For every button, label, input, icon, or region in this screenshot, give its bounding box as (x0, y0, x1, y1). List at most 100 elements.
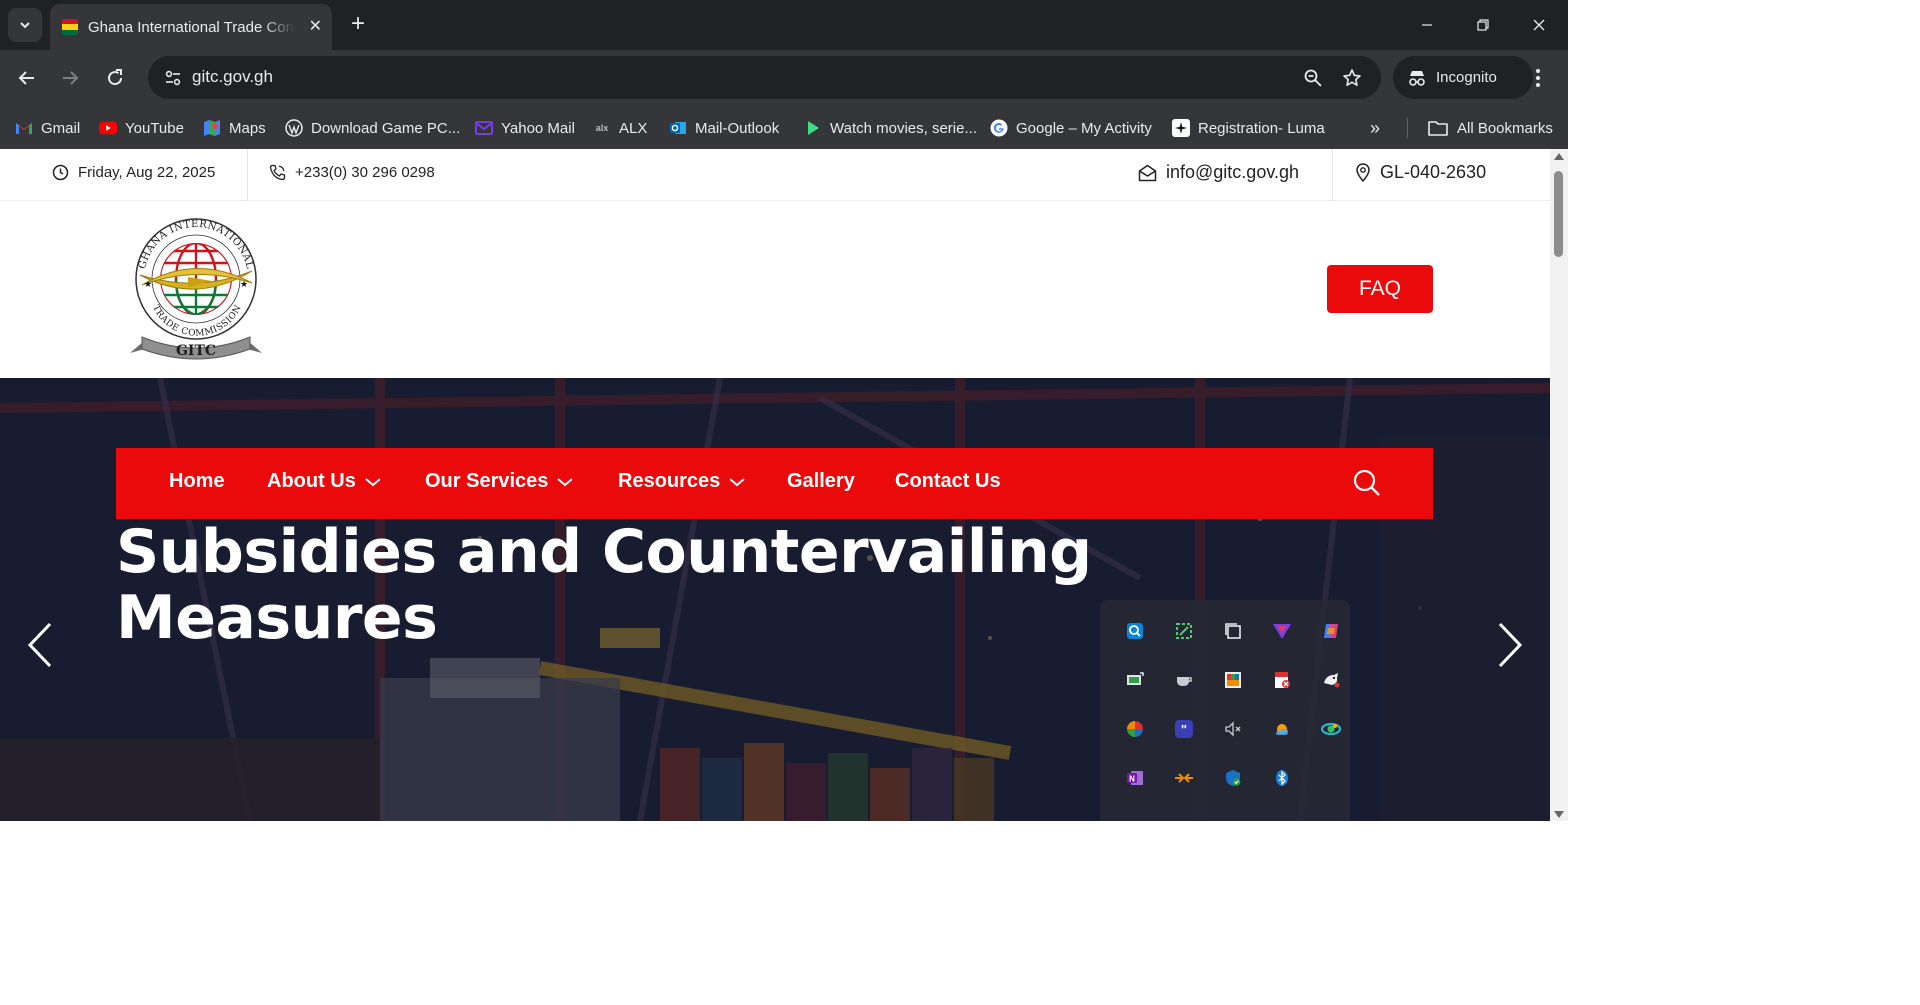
snipping-tool-icon[interactable] (1173, 620, 1195, 642)
nav-resources[interactable]: Resources (618, 470, 746, 493)
nav-label: Home (169, 470, 225, 492)
nav-label: Our Services (425, 470, 549, 492)
zoom-icon[interactable] (1300, 65, 1326, 91)
color-picker-icon[interactable] (1222, 669, 1244, 691)
bookmark-download-game[interactable]: Download Game PC... (285, 115, 460, 141)
incognito-icon (1409, 70, 1425, 86)
wordpress-icon (285, 119, 303, 137)
chevron-down-icon (365, 477, 381, 486)
multitask-icon[interactable] (1222, 620, 1244, 642)
hero-title-line: Subsidies and Countervailing (116, 517, 1092, 587)
bookmark-gmail[interactable]: Gmail (15, 115, 80, 141)
clock-icon (52, 164, 69, 181)
location-pin-icon (1356, 163, 1370, 182)
bluetooth-icon[interactable] (1271, 767, 1293, 789)
phone-icon (269, 164, 286, 181)
browser-menu-icon[interactable] (1528, 64, 1548, 92)
nav-label: Contact Us (895, 470, 1001, 492)
back-button[interactable] (11, 62, 43, 94)
luma-icon (1172, 119, 1190, 137)
browser-toolbar: gitc.gov.gh Incognito (0, 50, 1568, 106)
email-link[interactable]: info@gitc.gov.gh (1138, 162, 1299, 183)
search-tray-icon[interactable] (1124, 620, 1146, 642)
all-bookmarks-label: All Bookmarks (1457, 119, 1553, 137)
ghana-flag-favicon-icon (62, 19, 78, 35)
nav-our-services[interactable]: Our Services (425, 470, 574, 493)
sync-arrows-icon[interactable] (1173, 767, 1195, 789)
arrow-left-icon (18, 71, 34, 85)
new-tab-button[interactable]: + (345, 12, 371, 38)
volume-muted-icon[interactable] (1222, 718, 1244, 740)
close-tab-icon[interactable]: ✕ (309, 17, 322, 37)
tab-search-button[interactable] (8, 8, 42, 42)
bookmark-alx[interactable]: alx ALX (593, 115, 648, 141)
nav-gallery[interactable]: Gallery (787, 470, 855, 493)
nav-label: Resources (618, 470, 721, 492)
search-icon[interactable] (1352, 468, 1382, 498)
nav-home[interactable]: Home (169, 470, 225, 493)
maps-icon (203, 119, 221, 137)
onenote-icon[interactable]: N (1124, 767, 1146, 789)
bookmark-maps[interactable]: Maps (203, 115, 266, 141)
bookmark-label: ALX (619, 119, 648, 137)
cat-app-icon[interactable] (1320, 669, 1342, 691)
edge-icon[interactable] (1320, 718, 1342, 740)
minimize-window-icon[interactable] (1412, 10, 1442, 40)
browser-tab-strip: Ghana International Trade Commission ✕ + (0, 0, 1568, 50)
gitc-logo[interactable]: GHANA INTERNATIONAL TRADE COMMISSION ★ ★… (128, 213, 264, 361)
nav-label: Gallery (787, 470, 855, 492)
all-bookmarks-button[interactable]: All Bookmarks (1427, 115, 1553, 141)
date-display: Friday, Aug 22, 2025 (52, 164, 215, 181)
weather-icon[interactable] (1271, 718, 1293, 740)
scroll-up-arrow-icon[interactable] (1554, 153, 1564, 160)
bookmark-yahoo-mail[interactable]: Yahoo Mail (475, 115, 575, 141)
bookmark-youtube[interactable]: YouTube (99, 115, 184, 141)
cup-icon[interactable] (1173, 669, 1195, 691)
nav-label: About Us (267, 470, 356, 492)
bookmark-label: Mail-Outlook (695, 119, 780, 137)
color-wheel-icon[interactable] (1124, 718, 1146, 740)
forward-button[interactable] (54, 62, 86, 94)
topbar-divider (1332, 149, 1333, 201)
slider-prev-arrow-icon[interactable] (24, 620, 56, 670)
chevron-down-icon (557, 477, 574, 486)
postal-text: GL-040-2630 (1380, 162, 1487, 182)
bookmarks-bar: Gmail YouTube Maps Download Game PC... Y… (0, 106, 1568, 149)
contact-topbar: Friday, Aug 22, 2025 +233(0) 30 296 0298… (0, 149, 1550, 201)
scroll-down-arrow-icon[interactable] (1554, 811, 1564, 818)
defender-icon[interactable] (1222, 767, 1244, 789)
bookmark-star-icon[interactable] (1339, 65, 1365, 91)
bookmark-mail-outlook[interactable]: Mail-Outlook (669, 115, 779, 141)
incognito-indicator[interactable]: Incognito (1393, 56, 1533, 99)
faq-button[interactable]: FAQ (1327, 265, 1433, 313)
reload-button[interactable] (99, 62, 131, 94)
phone-link[interactable]: +233(0) 30 296 0298 (269, 164, 435, 181)
url-text[interactable]: gitc.gov.gh (192, 67, 273, 87)
quotes-app-icon[interactable]: " (1173, 718, 1195, 740)
bookmark-registration-luma[interactable]: Registration- Luma (1172, 115, 1325, 141)
restore-window-icon[interactable] (1468, 10, 1498, 40)
browser-tab-active[interactable]: Ghana International Trade Commission ✕ (50, 4, 332, 50)
nav-contact-us[interactable]: Contact Us (895, 470, 1001, 493)
network-monitor-icon[interactable] (1124, 669, 1146, 691)
pdf-tool-icon[interactable] (1271, 669, 1293, 691)
page-scrollbar[interactable] (1550, 149, 1568, 821)
bookmark-label: Gmail (41, 119, 81, 137)
scrollbar-thumb[interactable] (1554, 171, 1563, 257)
bookmark-label: Registration- Luma (1198, 119, 1325, 137)
address-bar[interactable]: gitc.gov.gh (148, 56, 1381, 99)
bookmark-label: YouTube (125, 119, 184, 137)
topbar-divider (247, 149, 248, 201)
system-tray-overflow-panel: " N (1100, 600, 1350, 821)
close-window-icon[interactable] (1524, 10, 1554, 40)
vpn-shield-icon[interactable] (1271, 620, 1293, 642)
site-info-icon[interactable] (158, 63, 188, 93)
alx-icon: alx (595, 123, 609, 133)
bookmark-label: Maps (229, 119, 266, 137)
copilot-icon[interactable] (1320, 620, 1342, 642)
bookmark-watch-movies[interactable]: Watch movies, serie... (804, 115, 977, 141)
nav-about-us[interactable]: About Us (267, 470, 382, 493)
bookmarks-overflow-button[interactable]: » (1370, 115, 1380, 141)
bookmark-google-activity[interactable]: Google – My Activity (990, 115, 1152, 141)
slider-next-arrow-icon[interactable] (1494, 620, 1526, 670)
